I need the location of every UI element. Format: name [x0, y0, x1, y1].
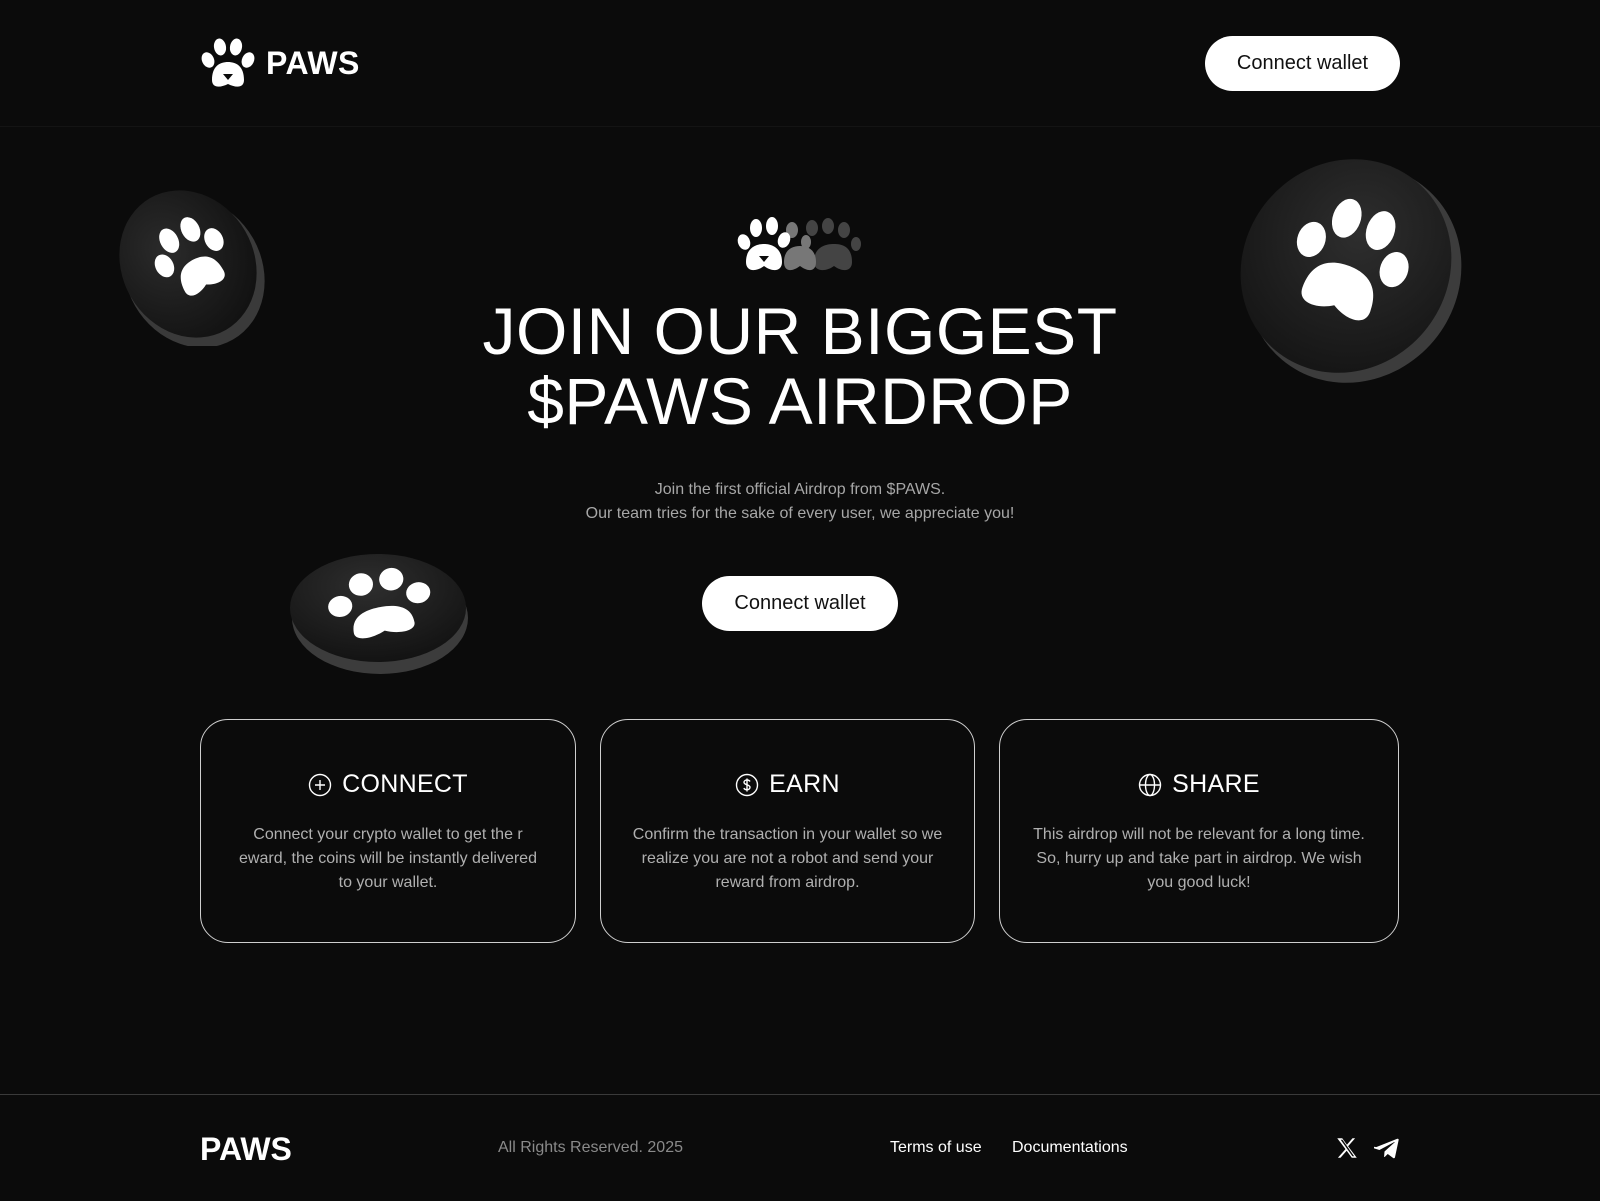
- paw-logo-icon: [201, 38, 255, 87]
- connect-wallet-button[interactable]: Connect wallet: [1205, 36, 1400, 91]
- connect-card: CONNECT Connect your crypto wallet to ge…: [200, 719, 576, 943]
- logo[interactable]: PAWS: [198, 36, 360, 90]
- logo-text: PAWS: [266, 44, 360, 81]
- card-text: This airdrop will not be relevant for a …: [1033, 826, 1365, 891]
- paw-coin-image: [1240, 159, 1462, 383]
- globe-icon: [1138, 773, 1162, 796]
- footer-logo[interactable]: PAWS: [200, 1131, 292, 1168]
- site-header: PAWS Connect wallet: [0, 0, 1600, 127]
- earn-card: EARN Confirm the transaction in your wal…: [600, 719, 975, 943]
- card-title: SHARE: [1172, 770, 1260, 798]
- copyright-text: All Rights Reserved. 2025: [498, 1139, 683, 1156]
- terms-link[interactable]: Terms of use: [890, 1139, 982, 1157]
- hero-title-line-2: $PAWS AIRDROP: [527, 364, 1073, 438]
- plus-circle-icon: [308, 773, 332, 796]
- paw-cluster-icon: [737, 217, 861, 271]
- card-heading: CONNECT: [201, 770, 575, 799]
- hero-title-line-1: JOIN OUR BIGGEST: [482, 294, 1118, 368]
- card-text: Connect your crypto wallet to get the r …: [239, 826, 537, 891]
- hero-subtitle-line-1: Join the first official Airdrop from $PA…: [654, 481, 946, 498]
- hero-subtitle: Join the first official Airdrop from $PA…: [400, 478, 1200, 526]
- telegram-icon[interactable]: [1374, 1135, 1400, 1161]
- card-title: CONNECT: [342, 770, 468, 798]
- hero-title: JOIN OUR BIGGEST $PAWS AIRDROP: [400, 296, 1200, 436]
- site-footer: PAWS All Rights Reserved. 2025 Terms of …: [0, 1094, 1600, 1201]
- card-heading: EARN: [601, 770, 974, 799]
- paw-coin-image: [119, 190, 265, 346]
- documentations-link[interactable]: Documentations: [1012, 1139, 1128, 1157]
- hero-connect-wallet-button[interactable]: Connect wallet: [702, 576, 898, 631]
- card-text: Confirm the transaction in your wallet s…: [632, 826, 943, 891]
- hero-subtitle-line-2: Our team tries for the sake of every use…: [585, 505, 1015, 522]
- dollar-circle-icon: [735, 773, 759, 796]
- share-card: SHARE This airdrop will not be relevant …: [999, 719, 1399, 943]
- x-icon[interactable]: [1334, 1135, 1360, 1161]
- paw-coin-image: [290, 554, 468, 674]
- card-title: EARN: [769, 770, 840, 798]
- card-heading: SHARE: [1000, 770, 1398, 799]
